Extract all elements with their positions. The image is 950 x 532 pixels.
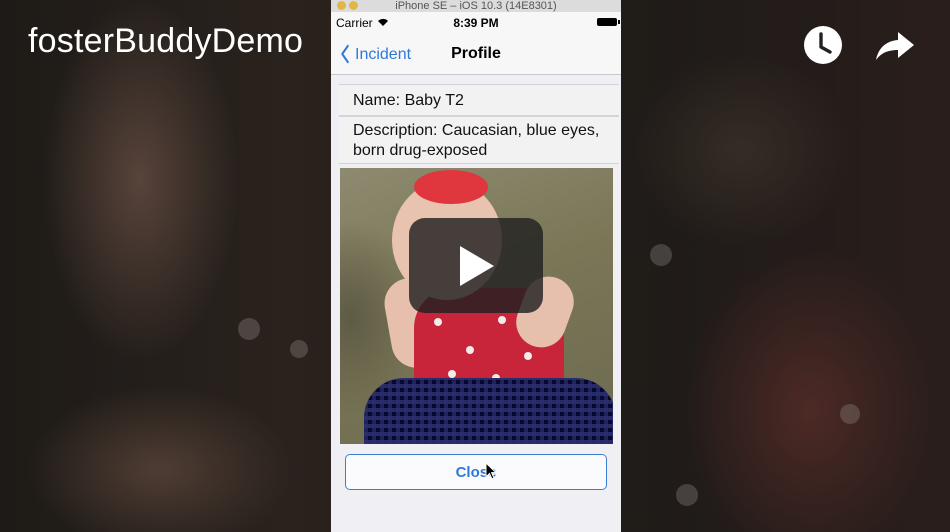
window-control-dot[interactable]: [337, 1, 346, 10]
status-time: 8:39 PM: [453, 16, 499, 30]
polka-dot: [466, 346, 474, 354]
status-bar: Carrier 8:39 PM: [331, 12, 621, 32]
polka-dot: [498, 316, 506, 324]
photo-bow: [414, 170, 488, 204]
name-value: Name: Baby T2: [353, 92, 464, 109]
photo-pants-pattern: [364, 378, 613, 444]
polka-dot: [448, 370, 456, 378]
polka-dot: [434, 318, 442, 326]
window-control-dot[interactable]: [349, 1, 358, 10]
pointer-cursor-icon: [485, 461, 498, 485]
share-button[interactable]: [874, 24, 916, 66]
description-cell: Description: Caucasian, blue eyes, born …: [339, 116, 619, 164]
navigation-bar: Incident Profile: [331, 32, 621, 75]
battery-icon: [597, 18, 620, 26]
polka-dot: [524, 352, 532, 360]
watch-later-icon: [804, 26, 842, 64]
play-button[interactable]: [409, 218, 543, 313]
simulator-title-bar: iPhone SE – iOS 10.3 (14E8301): [331, 0, 621, 12]
video-title[interactable]: fosterBuddyDemo: [28, 22, 303, 61]
page-title: Profile: [451, 45, 501, 62]
share-icon: [876, 32, 914, 60]
play-icon: [460, 245, 494, 286]
close-button[interactable]: Close: [345, 454, 607, 490]
simulator-title: iPhone SE – iOS 10.3 (14E8301): [395, 0, 557, 12]
window-controls[interactable]: [337, 1, 361, 12]
name-cell: Name: Baby T2: [339, 84, 619, 116]
watch-later-button[interactable]: [802, 24, 844, 66]
description-line-1: Description: Caucasian, blue eyes,: [353, 122, 600, 139]
description-line-2: born drug-exposed: [353, 142, 488, 159]
